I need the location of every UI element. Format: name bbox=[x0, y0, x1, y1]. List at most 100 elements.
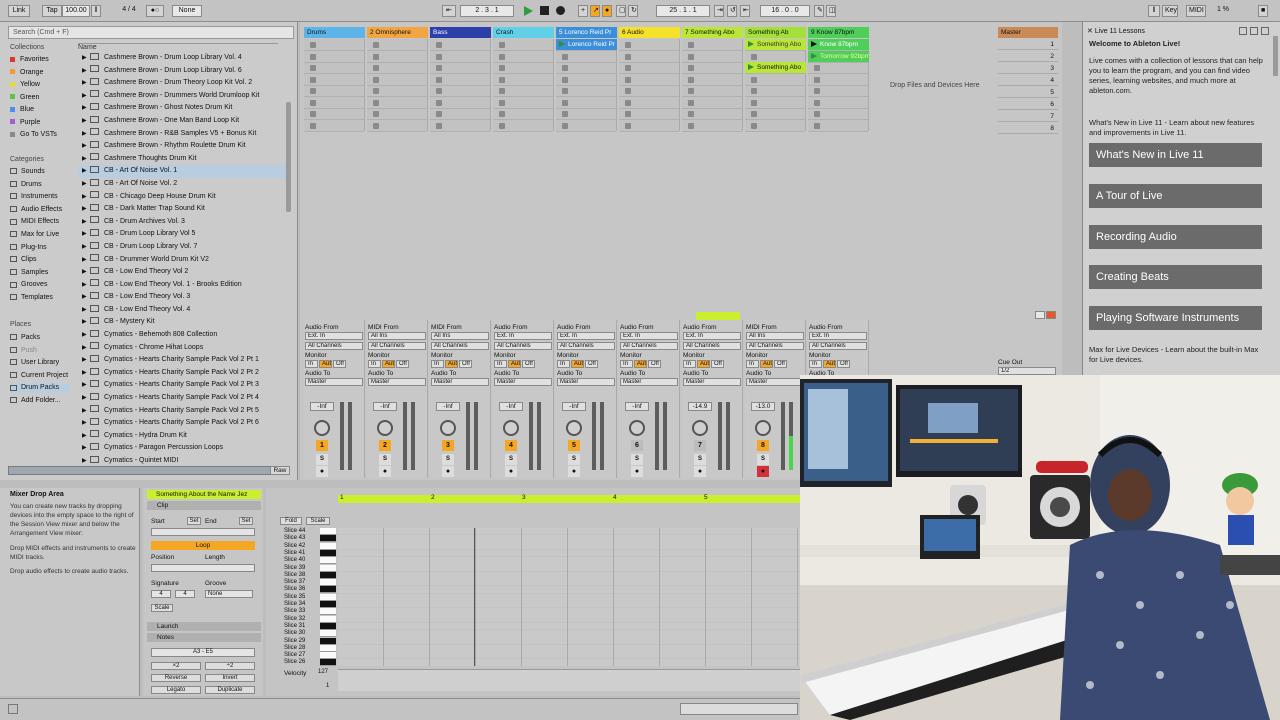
volume-value[interactable]: -Inf bbox=[625, 402, 649, 411]
follow-icon[interactable]: ⇤ bbox=[442, 5, 456, 17]
pan-knob[interactable] bbox=[755, 420, 771, 436]
clip-slot[interactable] bbox=[430, 108, 490, 120]
clip-slot[interactable] bbox=[808, 62, 868, 74]
scene-slot[interactable]: 2 bbox=[998, 51, 1058, 62]
category-item[interactable]: Max for Live bbox=[10, 230, 59, 240]
arrangement-position[interactable]: 2 . 3 . 1 bbox=[460, 5, 514, 17]
clip-stop-icon[interactable] bbox=[499, 122, 505, 129]
clip-stop-icon[interactable] bbox=[814, 88, 820, 94]
expand-arrow-icon[interactable]: ▶ bbox=[82, 342, 90, 355]
monitor-in-button[interactable]: In bbox=[368, 360, 381, 368]
midi-map-button[interactable]: MIDI bbox=[1186, 5, 1206, 17]
clip-stop-icon[interactable] bbox=[562, 76, 568, 83]
browser-file-row[interactable]: ▶ CB - Low End Theory Vol 2 bbox=[78, 266, 286, 279]
browser-file-row[interactable]: ▶ Cymatics - Hearts Charity Sample Pack V… bbox=[78, 392, 286, 405]
end-set-button[interactable]: Set bbox=[239, 517, 253, 525]
clip-slot[interactable] bbox=[619, 39, 679, 51]
track-activator-button[interactable]: 6 bbox=[631, 440, 643, 451]
place-item[interactable]: Push bbox=[10, 346, 37, 356]
solo-button[interactable]: S bbox=[442, 454, 454, 465]
scene-launch-icon[interactable] bbox=[1046, 311, 1056, 319]
browser-file-row[interactable]: ▶ CB - Mystery Kit bbox=[78, 316, 286, 329]
piano-key[interactable] bbox=[320, 557, 336, 565]
output-select[interactable]: Master bbox=[431, 378, 489, 386]
window-icon[interactable] bbox=[1239, 27, 1247, 35]
forward-icon[interactable] bbox=[1261, 27, 1269, 35]
piano-key[interactable] bbox=[320, 549, 336, 557]
browser-file-row[interactable]: ▶ Cymatics - Behemoth 808 Collection bbox=[78, 329, 286, 342]
browser-file-row[interactable]: ▶ Cymatics - Hearts Charity Sample Pack V… bbox=[78, 417, 286, 430]
clip-slot[interactable] bbox=[682, 97, 742, 109]
clip-stop-icon[interactable] bbox=[499, 99, 505, 106]
clip-stop-icon[interactable] bbox=[562, 99, 568, 106]
punch-out-icon[interactable]: ⇤ bbox=[740, 5, 750, 17]
clip-slot[interactable] bbox=[430, 85, 490, 97]
double-button[interactable]: ×2 bbox=[151, 662, 201, 670]
expand-arrow-icon[interactable]: ▶ bbox=[82, 128, 90, 141]
clip-slot[interactable] bbox=[367, 108, 427, 120]
clip-stop-icon[interactable] bbox=[436, 88, 442, 94]
collection-item[interactable]: Orange bbox=[10, 68, 43, 78]
clip-slot[interactable] bbox=[619, 120, 679, 132]
expand-arrow-icon[interactable]: ▶ bbox=[82, 417, 90, 430]
clip-stop-icon[interactable] bbox=[562, 88, 568, 94]
collection-item[interactable]: Purple bbox=[10, 118, 40, 128]
expand-arrow-icon[interactable]: ▶ bbox=[82, 354, 90, 367]
volume-value[interactable]: -14.9 bbox=[688, 402, 712, 411]
clip-slot[interactable] bbox=[682, 39, 742, 51]
tap-button[interactable]: Tap bbox=[42, 5, 62, 17]
input-channel-select[interactable]: All Channels bbox=[368, 342, 426, 350]
monitor-off-button[interactable]: Off bbox=[774, 360, 787, 368]
scene-slot[interactable]: 5 bbox=[998, 87, 1058, 98]
clip-slot[interactable] bbox=[556, 51, 616, 63]
preview-waveform[interactable] bbox=[8, 466, 272, 475]
expand-arrow-icon[interactable]: ▶ bbox=[82, 216, 90, 229]
expand-arrow-icon[interactable]: ▶ bbox=[82, 203, 90, 216]
collection-item[interactable]: Favorites bbox=[10, 55, 49, 65]
clip-slot[interactable] bbox=[808, 85, 868, 97]
monitor-in-button[interactable]: In bbox=[431, 360, 444, 368]
clip-slot[interactable] bbox=[556, 74, 616, 86]
scene-slot[interactable]: 1 bbox=[998, 39, 1058, 50]
output-select[interactable]: Master bbox=[494, 378, 552, 386]
clip-stop-icon[interactable] bbox=[814, 76, 820, 83]
clip-stop-icon[interactable] bbox=[814, 65, 820, 71]
volume-value[interactable]: -Inf bbox=[499, 402, 523, 411]
clip-stop-icon[interactable] bbox=[625, 111, 631, 117]
output-select[interactable]: Master bbox=[620, 378, 678, 386]
browser-file-row[interactable]: ▶ Cymatics - Hydra Drum Kit bbox=[78, 430, 286, 443]
note-range-field[interactable]: A3 - E5 bbox=[151, 648, 255, 657]
solo-button[interactable]: S bbox=[631, 454, 643, 465]
category-item[interactable]: Plug-Ins bbox=[10, 243, 47, 253]
clip-stop-icon[interactable] bbox=[436, 122, 442, 129]
clip-slot[interactable] bbox=[745, 120, 805, 132]
clip-slot[interactable] bbox=[493, 39, 553, 51]
collection-item[interactable]: Blue bbox=[10, 105, 34, 115]
clip-stop-icon[interactable] bbox=[625, 88, 631, 94]
expand-arrow-icon[interactable]: ▶ bbox=[82, 165, 90, 178]
browser-file-row[interactable]: ▶ CB - Chicago Deep House Drum Kit bbox=[78, 191, 286, 204]
halve-button[interactable]: ÷2 bbox=[205, 662, 255, 670]
pan-knob[interactable] bbox=[629, 420, 645, 436]
browser-file-row[interactable]: ▶ CB - Drummer World Drum Kit V2 bbox=[78, 254, 286, 267]
clip-stop-icon[interactable] bbox=[373, 76, 379, 83]
expand-arrow-icon[interactable]: ▶ bbox=[82, 90, 90, 103]
track-header[interactable]: Crash bbox=[493, 27, 554, 38]
expand-arrow-icon[interactable]: ▶ bbox=[82, 191, 90, 204]
arm-button[interactable]: ● bbox=[757, 466, 769, 477]
clip-stop-icon[interactable] bbox=[688, 99, 694, 106]
clip-launch-icon[interactable] bbox=[559, 41, 565, 47]
clip-stop-icon[interactable] bbox=[688, 53, 694, 60]
computer-midi-icon[interactable]: ◫ bbox=[826, 5, 836, 17]
expand-arrow-icon[interactable]: ▶ bbox=[82, 379, 90, 392]
clip-stop-icon[interactable] bbox=[688, 76, 694, 83]
clip-slot[interactable] bbox=[619, 51, 679, 63]
clip-stop-icon[interactable] bbox=[751, 88, 757, 94]
clip[interactable]: Know 87bpm bbox=[808, 39, 869, 50]
input-source-select[interactable]: All Ins bbox=[431, 332, 489, 340]
clip-stop-icon[interactable] bbox=[625, 53, 631, 60]
clip-slot[interactable] bbox=[682, 62, 742, 74]
clip-stop-icon[interactable] bbox=[499, 65, 505, 71]
clip-slot[interactable] bbox=[304, 97, 364, 109]
monitor-auto-button[interactable]: Auto bbox=[382, 360, 395, 368]
